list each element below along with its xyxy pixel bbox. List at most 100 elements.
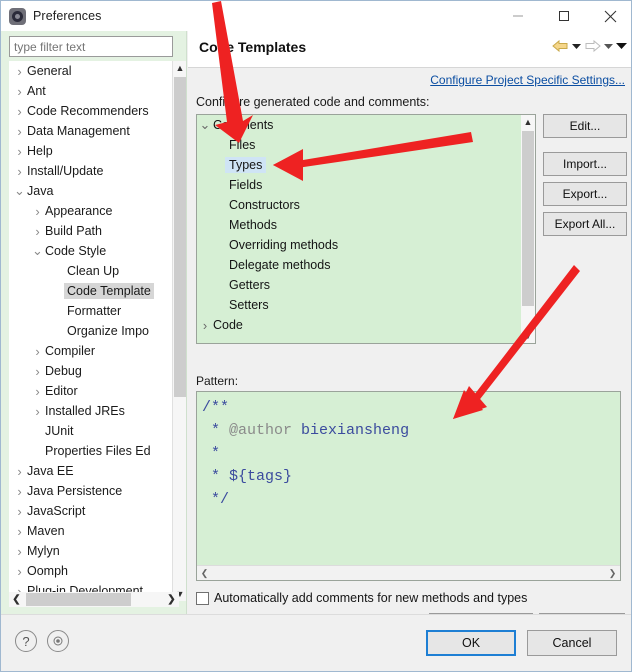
chevron-right-icon[interactable]: › [13, 101, 26, 121]
scrollbar-thumb[interactable] [522, 131, 534, 306]
chevron-right-icon[interactable]: › [13, 121, 26, 141]
chevron-right-icon[interactable]: › [13, 541, 26, 561]
sidebar-item-appearance[interactable]: › Appearance [9, 201, 165, 221]
chevron-right-icon[interactable]: › [13, 501, 26, 521]
export-all-button[interactable]: Export All... [543, 212, 627, 236]
chevron-right-icon[interactable]: › [13, 161, 26, 181]
pattern-textarea[interactable]: /** * @author biexiansheng * * ${tags} *… [196, 391, 621, 581]
filter-box[interactable] [9, 36, 173, 57]
template-item-setters[interactable]: Setters [197, 295, 507, 315]
back-dropdown-icon[interactable] [572, 43, 581, 50]
scroll-left-icon[interactable]: ❮ [9, 592, 24, 607]
chevron-right-icon[interactable]: › [13, 481, 26, 501]
chevron-right-icon[interactable]: › [31, 201, 44, 221]
sidebar-item-javascript[interactable]: › JavaScript [9, 501, 165, 521]
chevron-right-icon[interactable]: › [13, 521, 26, 541]
sidebar-item-compiler[interactable]: › Compiler [9, 341, 165, 361]
chevron-right-icon[interactable]: › [197, 315, 213, 335]
template-item-types[interactable]: Types [197, 155, 507, 175]
forward-dropdown-icon[interactable] [604, 43, 613, 50]
template-item-overriding-methods[interactable]: Overriding methods [197, 235, 507, 255]
view-menu-icon[interactable] [616, 42, 627, 50]
sidebar-item-installed-jres[interactable]: › Installed JREs [9, 401, 165, 421]
ok-button[interactable]: OK [426, 630, 516, 656]
chevron-right-icon[interactable]: › [13, 61, 26, 81]
chevron-right-icon[interactable]: › [31, 341, 44, 361]
sidebar-item-java[interactable]: ⌄ Java [9, 181, 165, 201]
scrollbar-thumb-horizontal[interactable] [26, 593, 131, 606]
auto-comments-checkbox[interactable] [196, 591, 209, 605]
templates-vertical-scrollbar[interactable]: ▲ ▼ [521, 115, 535, 343]
chevron-right-icon[interactable]: › [13, 141, 26, 161]
pattern-horizontal-scrollbar[interactable]: ❮ ❯ [197, 565, 620, 580]
record-icon[interactable] [47, 630, 69, 652]
sidebar-item-properties-files-ed[interactable]: Properties Files Ed [9, 441, 165, 461]
sidebar-item-general[interactable]: › General [9, 61, 165, 81]
scroll-down-icon[interactable]: ▼ [521, 329, 535, 343]
chevron-right-icon[interactable]: › [31, 361, 44, 381]
scroll-right-icon[interactable]: ❯ [605, 566, 620, 580]
chevron-down-icon[interactable]: ⌄ [31, 241, 44, 261]
scrollbar-thumb[interactable] [174, 77, 186, 397]
sidebar-item-data-management[interactable]: › Data Management [9, 121, 165, 141]
chevron-right-icon[interactable]: › [13, 81, 26, 101]
sidebar-item-code-style[interactable]: ⌄ Code Style [9, 241, 165, 261]
template-item-files[interactable]: Files [197, 135, 507, 155]
sidebar-item-install-update[interactable]: › Install/Update [9, 161, 165, 181]
code-line: * [202, 445, 221, 462]
template-item-delegate-methods[interactable]: Delegate methods [197, 255, 507, 275]
help-icon[interactable]: ? [15, 630, 37, 652]
cancel-button[interactable]: Cancel [527, 630, 617, 656]
template-item-code[interactable]: › Code [197, 315, 507, 335]
auto-comments-option[interactable]: Automatically add comments for new metho… [196, 591, 527, 605]
configure-project-settings-link[interactable]: Configure Project Specific Settings... [430, 73, 625, 87]
template-item-constructors[interactable]: Constructors [197, 195, 507, 215]
minimize-icon[interactable] [495, 1, 541, 31]
sidebar-item-build-path[interactable]: › Build Path [9, 221, 165, 241]
sidebar-item-organize-impo[interactable]: Organize Impo [9, 321, 165, 341]
forward-arrow-icon[interactable] [584, 39, 601, 53]
sidebar-item-debug[interactable]: › Debug [9, 361, 165, 381]
import-button[interactable]: Import... [543, 152, 627, 176]
scroll-left-icon[interactable]: ❮ [197, 566, 212, 580]
maximize-icon[interactable] [541, 1, 587, 31]
edit-button[interactable]: Edit... [543, 114, 627, 138]
search-input[interactable] [10, 38, 171, 55]
sidebar-item-code-template[interactable]: Code Template [9, 281, 165, 301]
template-item-methods[interactable]: Methods [197, 215, 507, 235]
chevron-right-icon[interactable]: › [31, 401, 44, 421]
sidebar-item-ant[interactable]: › Ant [9, 81, 165, 101]
template-item-comments[interactable]: ⌄ Comments [197, 115, 507, 135]
sidebar-item-code-recommenders[interactable]: › Code Recommenders [9, 101, 165, 121]
sidebar-item-maven[interactable]: › Maven [9, 521, 165, 541]
chevron-right-icon[interactable]: › [31, 221, 44, 241]
code-templates-tree[interactable]: ⌄ Comments Files Types Fields Constructors Met… [196, 114, 536, 344]
scroll-up-icon[interactable]: ▲ [521, 115, 535, 129]
chevron-down-icon[interactable]: ⌄ [197, 115, 213, 135]
sidebar-horizontal-scrollbar[interactable]: ❮ ❯ [9, 592, 179, 607]
chevron-down-icon[interactable]: ⌄ [13, 181, 26, 201]
sidebar-item-editor[interactable]: › Editor [9, 381, 165, 401]
sidebar-item-formatter[interactable]: Formatter [9, 301, 165, 321]
sidebar-item-label: Clean Up [67, 264, 120, 278]
sidebar-item-oomph[interactable]: › Oomph [9, 561, 165, 581]
sidebar-item-help[interactable]: › Help [9, 141, 165, 161]
chevron-right-icon[interactable]: › [31, 381, 44, 401]
sidebar-item-clean-up[interactable]: Clean Up [9, 261, 165, 281]
chevron-right-icon[interactable]: › [13, 461, 26, 481]
export-button[interactable]: Export... [543, 182, 627, 206]
template-item-getters[interactable]: Getters [197, 275, 507, 295]
close-icon[interactable] [587, 1, 631, 31]
dialog-buttons: OK Cancel [426, 630, 617, 656]
scroll-right-icon[interactable]: ❯ [164, 592, 179, 607]
back-arrow-icon[interactable] [552, 39, 569, 53]
template-item-fields[interactable]: Fields [197, 175, 507, 195]
preferences-tree[interactable]: › General › Ant › Code Recommenders › Data Mana… [9, 61, 179, 601]
sidebar-vertical-scrollbar[interactable]: ▲ ▼ [172, 61, 186, 601]
chevron-right-icon[interactable]: › [13, 561, 26, 581]
sidebar-item-junit[interactable]: JUnit [9, 421, 165, 441]
sidebar-item-java-ee[interactable]: › Java EE [9, 461, 165, 481]
sidebar-item-mylyn[interactable]: › Mylyn [9, 541, 165, 561]
sidebar-item-java-persistence[interactable]: › Java Persistence [9, 481, 165, 501]
scroll-up-icon[interactable]: ▲ [173, 61, 187, 75]
